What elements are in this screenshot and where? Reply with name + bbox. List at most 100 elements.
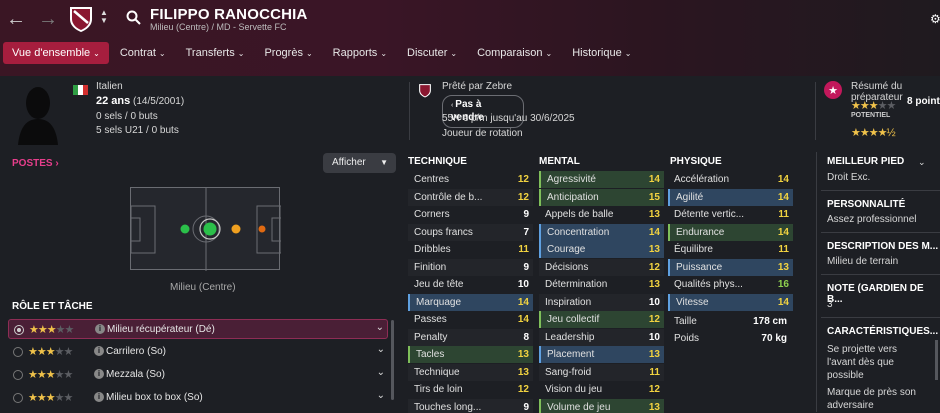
role-label: Milieu box to box (So)	[106, 392, 203, 403]
mental-attribute-row[interactable]: Agressivité 14	[539, 171, 664, 188]
physique-attribute-row[interactable]: Qualités phys... 16	[668, 276, 793, 293]
technique-attribute-row[interactable]: Finition 9	[408, 258, 533, 276]
menu-3[interactable]: Progrès ⌄	[255, 42, 321, 64]
mental-attribute-row[interactable]: Placement 13	[539, 346, 664, 363]
physique-attribute-row[interactable]: Accélération 14	[668, 171, 793, 188]
menu-2[interactable]: Transferts ⌄	[177, 42, 254, 64]
technique-attribute-row[interactable]: Dribbles 11	[408, 241, 533, 258]
mental-attribute-row[interactable]: Concentration 14	[539, 223, 664, 241]
chevron-down-icon[interactable]: ⌄	[918, 157, 926, 168]
chevron-down-icon[interactable]: ⌄	[377, 390, 385, 401]
player-subtitle[interactable]: Milieu (Centre) / MD - Servette FC	[150, 22, 287, 32]
nationality: Italien	[96, 81, 123, 92]
mental-attribute-row[interactable]: Anticipation 15	[539, 188, 664, 206]
role-row[interactable]: ★★★★★ i Mezzala (So) ⌄	[8, 365, 388, 385]
technique-attribute-row[interactable]: Tirs de loin 12	[408, 381, 533, 398]
physique-attribute-row[interactable]: Endurance 14	[668, 223, 793, 241]
club-crest-icon[interactable]	[68, 5, 94, 33]
role-radio[interactable]	[13, 370, 23, 380]
mental-attribute-row[interactable]: Appels de balle 13	[539, 206, 664, 223]
more-icon[interactable]: ⚙	[930, 12, 940, 26]
menu-4[interactable]: Rapports ⌄	[324, 42, 396, 64]
technique-attribute-row[interactable]: Tacles 13	[408, 346, 533, 363]
technique-attribute-row[interactable]: Touches long... 9	[408, 398, 533, 413]
positions-header[interactable]: POSTES ›	[12, 158, 59, 169]
attribute-name: Vitesse	[676, 296, 709, 308]
technique-attribute-row[interactable]: Marquage 14	[408, 293, 533, 311]
mental-attribute-row[interactable]: Détermination 13	[539, 276, 664, 293]
info-icon[interactable]: i	[94, 346, 104, 356]
attribute-name: Passes	[414, 314, 447, 325]
attribute-name: Décisions	[545, 261, 589, 273]
role-radio[interactable]	[13, 347, 23, 357]
mental-attribute-row[interactable]: Vision du jeu 12	[539, 381, 664, 398]
technique-attribute-row[interactable]: Corners 9	[408, 206, 533, 223]
characteristics-title[interactable]: CARACTÉRISTIQUES...	[827, 326, 938, 337]
description-title[interactable]: DESCRIPTION DES M...	[827, 241, 938, 252]
roles-scrollbar[interactable]	[391, 320, 394, 400]
player-name: FILIPPO RANOCCHIA	[150, 6, 308, 23]
technique-attribute-row[interactable]: Coups francs 7	[408, 223, 533, 241]
chevron-down-icon[interactable]: ⌄	[377, 344, 385, 355]
loan-label: Prêté par Zebre	[442, 81, 513, 92]
height-row: Taille 178 cm	[668, 313, 793, 330]
characteristic-1: Se projette vers l'avant dès que possibl…	[827, 344, 898, 381]
technique-attribute-row[interactable]: Passes 14	[408, 311, 533, 328]
italy-flag-icon	[73, 85, 88, 95]
mental-attribute-row[interactable]: Sang-froid 11	[539, 363, 664, 381]
age: 22 ans	[96, 95, 131, 107]
player-switch-icon[interactable]: ▲ ▼	[100, 9, 108, 25]
attribute-value: 13	[777, 261, 789, 273]
role-row[interactable]: ★★★★★ i Carrilero (So) ⌄	[8, 342, 388, 362]
role-radio[interactable]	[14, 325, 24, 335]
info-icon[interactable]: i	[94, 392, 104, 402]
menu-7[interactable]: Historique ⌄	[563, 42, 640, 64]
menu-1[interactable]: Contrat ⌄	[111, 42, 175, 64]
mental-attribute-row[interactable]: Leadership 10	[539, 328, 664, 346]
menu-0[interactable]: Vue d'ensemble ⌄	[3, 42, 109, 64]
technique-attribute-row[interactable]: Contrôle de b... 12	[408, 188, 533, 206]
technique-attribute-row[interactable]: Technique 13	[408, 363, 533, 381]
physique-attribute-row[interactable]: Détente vertic... 11	[668, 206, 793, 223]
info-icon[interactable]: i	[95, 324, 105, 334]
menu-5[interactable]: Discuter ⌄	[398, 42, 466, 64]
side-scrollbar[interactable]	[935, 340, 938, 380]
technique-attribute-row[interactable]: Penalty 8	[408, 328, 533, 346]
attribute-name: Finition	[414, 261, 447, 273]
technique-attribute-row[interactable]: Jeu de tête 10	[408, 276, 533, 293]
mental-attribute-row[interactable]: Jeu collectif 12	[539, 311, 664, 328]
technique-attribute-row[interactable]: Centres 12	[408, 171, 533, 188]
attribute-value: 14	[648, 226, 660, 238]
role-label: Milieu récupérateur (Dé)	[107, 324, 215, 335]
show-dropdown[interactable]: Afficher ▼	[323, 153, 396, 173]
menu-6[interactable]: Comparaison ⌄	[468, 42, 561, 64]
chevron-down-icon: ⌄	[305, 49, 313, 58]
search-icon[interactable]	[126, 10, 141, 25]
attribute-name: Accélération	[674, 174, 730, 185]
weight-row: Poids 70 kg	[668, 330, 793, 347]
attribute-value: 7	[523, 226, 529, 238]
role-row[interactable]: ★★★★★ i Milieu box to box (So) ⌄	[8, 388, 388, 408]
info-icon[interactable]: i	[94, 369, 104, 379]
physique-attribute-row[interactable]: Vitesse 14	[668, 293, 793, 311]
back-button[interactable]: ←	[6, 8, 26, 31]
attribute-name: Jeu de tête	[414, 279, 464, 290]
mental-attribute-row[interactable]: Inspiration 10	[539, 293, 664, 311]
forward-button[interactable]: →	[38, 8, 58, 31]
physique-attribute-row[interactable]: Puissance 13	[668, 258, 793, 276]
attribute-value: 14	[777, 296, 789, 308]
chevron-down-icon[interactable]: ⌄	[377, 367, 385, 378]
mental-attribute-row[interactable]: Volume de jeu 13	[539, 398, 664, 413]
physique-attribute-row[interactable]: Agilité 14	[668, 188, 793, 206]
mental-attribute-row[interactable]: Courage 13	[539, 241, 664, 258]
attribute-value: 12	[648, 384, 660, 395]
role-row[interactable]: ★★★★★ i Milieu récupérateur (Dé) ⌄	[8, 319, 388, 339]
mental-attribute-row[interactable]: Décisions 12	[539, 258, 664, 276]
chevron-down-icon[interactable]: ⌄	[376, 322, 384, 333]
weight-value: 70 kg	[761, 333, 787, 344]
caps: 0 sels / 0 buts	[96, 111, 158, 122]
menu-label: Transferts	[185, 47, 235, 59]
role-radio[interactable]	[13, 393, 23, 403]
physique-attribute-row[interactable]: Équilibre 11	[668, 241, 793, 258]
attribute-name: Placement	[547, 349, 595, 360]
